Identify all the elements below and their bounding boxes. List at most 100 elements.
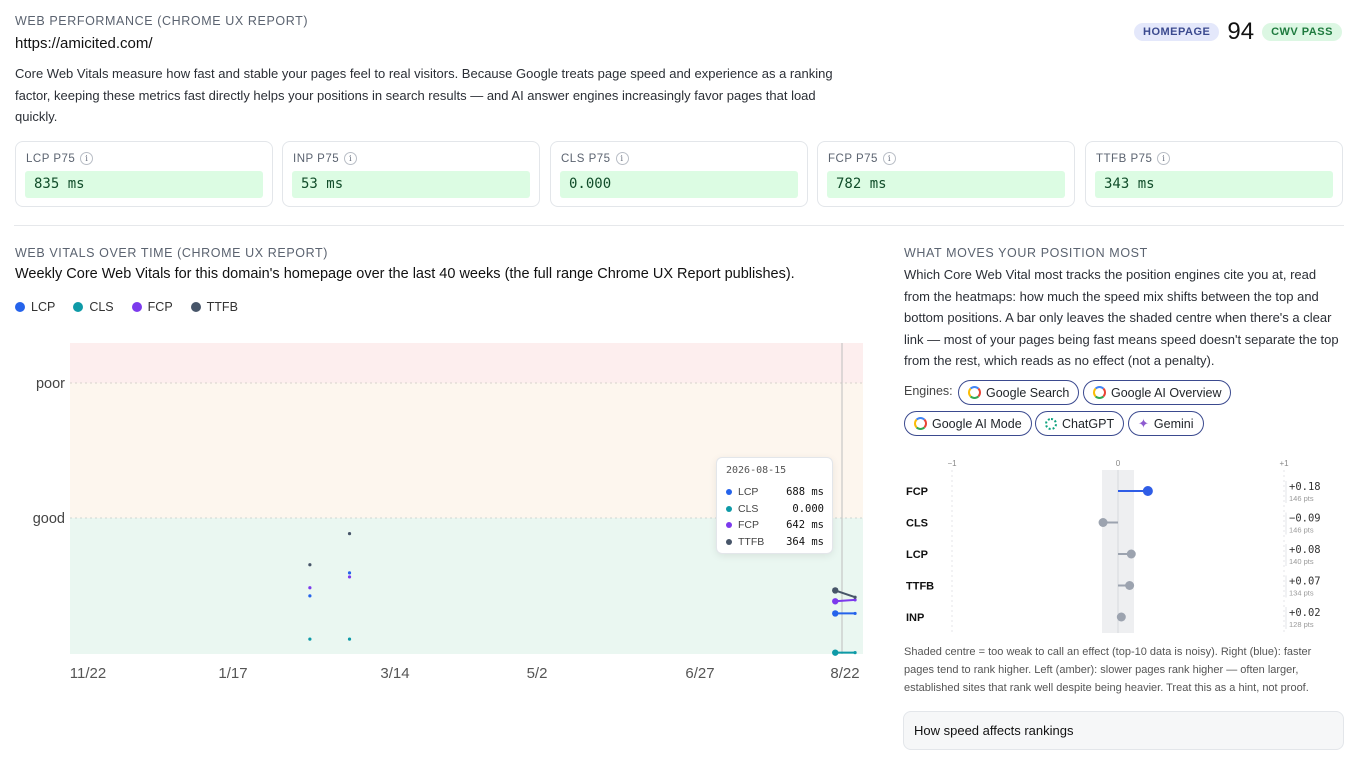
data-point-lcp[interactable] <box>308 594 312 598</box>
effect-points: 146 pts <box>1289 526 1314 535</box>
timeseries-title: Weekly Core Web Vitals for this domain's… <box>15 266 795 282</box>
data-point-lcp[interactable] <box>853 611 857 616</box>
axis-max-label: +1 <box>1279 459 1289 468</box>
cwv-status-badge: CWV PASS <box>1262 23 1342 41</box>
page-eyebrow: WEB PERFORMANCE (CHROME UX REPORT) <box>15 14 309 28</box>
data-point-lcp[interactable] <box>347 571 352 575</box>
legend-label: FCP <box>147 300 173 314</box>
axis-min-label: −1 <box>947 459 957 468</box>
tooltip-metric: FCP <box>738 519 759 531</box>
x-tick-label: 8/22 <box>830 665 859 682</box>
engine-button-google-ai-overview[interactable]: Google AI Overview <box>1083 380 1232 405</box>
info-icon[interactable]: i <box>344 152 358 165</box>
legend-label: CLS <box>89 300 114 314</box>
header-badges: HOMEPAGE 94 CWV PASS <box>1134 18 1342 46</box>
engine-label: Google Search <box>986 385 1070 400</box>
effect-value: +0.18 <box>1289 481 1321 493</box>
how-speed-affects-rankings-accordion[interactable]: How speed affects rankings <box>903 711 1344 750</box>
data-point-cls[interactable] <box>832 649 839 656</box>
metric-label: INP P75 i <box>293 152 358 165</box>
tooltip-row-cls: CLS 0.000 <box>726 502 824 516</box>
legend-item-fcp[interactable]: FCP <box>131 300 173 314</box>
tooltip-row-ttfb: TTFB 364 ms <box>726 535 824 549</box>
data-point-ttfb[interactable] <box>853 595 857 599</box>
data-point-lcp[interactable] <box>832 610 839 617</box>
effect-value: +0.07 <box>1289 576 1321 588</box>
info-icon[interactable]: i <box>80 152 94 165</box>
tooltip-swatch <box>726 489 732 495</box>
legend-item-lcp[interactable]: LCP <box>15 300 55 314</box>
accordion-label: How speed affects rankings <box>914 723 1074 738</box>
legend-item-cls[interactable]: CLS <box>73 300 114 314</box>
metric-label-text: TTFB P75 <box>1096 152 1153 165</box>
info-icon[interactable]: i <box>1157 152 1171 165</box>
metric-card: INP P75 i 53 ms <box>282 141 540 207</box>
effect-marker <box>1125 581 1135 590</box>
data-point-cls[interactable] <box>853 651 857 655</box>
engine-label: ChatGPT <box>1062 416 1115 431</box>
x-tick-label: 3/14 <box>380 665 409 682</box>
x-tick-label: 5/2 <box>527 665 548 682</box>
engine-button-gemini[interactable]: ✦ Gemini <box>1128 411 1204 436</box>
engine-button-chatgpt[interactable]: ChatGPT <box>1035 411 1125 436</box>
effect-metric-label: LCP <box>906 549 928 561</box>
data-point-ttfb[interactable] <box>308 563 312 567</box>
metric-card: LCP P75 i 835 ms <box>15 141 273 207</box>
effect-marker <box>1098 518 1108 527</box>
effect-marker <box>1142 486 1153 496</box>
intro-text: Core Web Vitals measure how fast and sta… <box>15 66 833 124</box>
section-divider <box>14 225 1344 226</box>
position-body: Which Core Web Vital most tracks the pos… <box>904 267 1339 368</box>
effect-marker <box>1126 549 1136 559</box>
performance-score: 94 <box>1227 18 1255 45</box>
tooltip-row-lcp: LCP 688 ms <box>726 485 824 499</box>
x-tick-label: 1/17 <box>218 665 247 682</box>
effect-chart: −1 0 +1 FCP +0.18146 ptsCLS −0.09146 ptsLC… <box>906 459 1321 633</box>
metric-card: TTFB P75 i 343 ms <box>1085 141 1343 207</box>
poor-label: poor <box>36 376 65 392</box>
data-point-fcp[interactable] <box>347 575 352 579</box>
data-point-cls[interactable] <box>308 637 312 641</box>
tooltip-swatch <box>726 538 732 545</box>
tooltip-metric: CLS <box>738 502 759 515</box>
effect-metric-label: INP <box>906 612 924 624</box>
metric-label: LCP P75 i <box>26 152 94 165</box>
metric-label: CLS P75 i <box>561 152 629 165</box>
tooltip-swatch <box>726 522 732 528</box>
google-icon <box>1093 386 1106 399</box>
metric-card: CLS P75 i 0.000 <box>550 141 808 207</box>
metric-label-text: INP P75 <box>293 152 340 165</box>
legend-label: LCP <box>31 300 56 314</box>
effect-points: 140 pts <box>1289 557 1314 566</box>
tooltip-value: 688 ms <box>786 486 824 498</box>
info-icon[interactable]: i <box>882 152 896 165</box>
effect-marker <box>1116 612 1126 622</box>
engine-label: Google AI Mode <box>932 416 1022 431</box>
metric-value: 343 ms <box>1095 171 1333 198</box>
metric-value: 782 ms <box>827 171 1065 198</box>
tooltip-metric: TTFB <box>738 535 765 548</box>
legend-item-ttfb[interactable]: TTFB <box>190 300 238 314</box>
data-point-ttfb[interactable] <box>832 587 839 594</box>
data-point-ttfb[interactable] <box>347 532 352 536</box>
metric-value: 0.000 <box>560 171 798 198</box>
metric-label-text: LCP P75 <box>26 152 76 165</box>
engine-button-google-ai-mode[interactable]: Google AI Mode <box>904 411 1032 436</box>
x-tick-label: 11/22 <box>70 665 106 682</box>
metric-label: FCP P75 i <box>828 152 896 165</box>
metric-value: 53 ms <box>292 171 530 198</box>
engine-button-google-search[interactable]: Google Search <box>958 380 1080 405</box>
engine-label: Google AI Overview <box>1111 385 1222 400</box>
metric-label-text: FCP P75 <box>828 152 878 165</box>
data-point-fcp[interactable] <box>832 598 839 605</box>
legend-swatch <box>131 302 142 312</box>
data-point-cls[interactable] <box>347 637 352 641</box>
tooltip-swatch <box>726 505 732 512</box>
axis-mid-label: 0 <box>1116 459 1121 468</box>
data-point-fcp[interactable] <box>308 586 312 590</box>
info-icon[interactable]: i <box>615 152 629 165</box>
timeseries-eyebrow: WEB VITALS OVER TIME (CHROME UX REPORT) <box>15 246 329 260</box>
legend-swatch <box>15 302 25 312</box>
homepage-badge: HOMEPAGE <box>1134 23 1220 41</box>
effect-metric-label: FCP <box>906 486 928 498</box>
